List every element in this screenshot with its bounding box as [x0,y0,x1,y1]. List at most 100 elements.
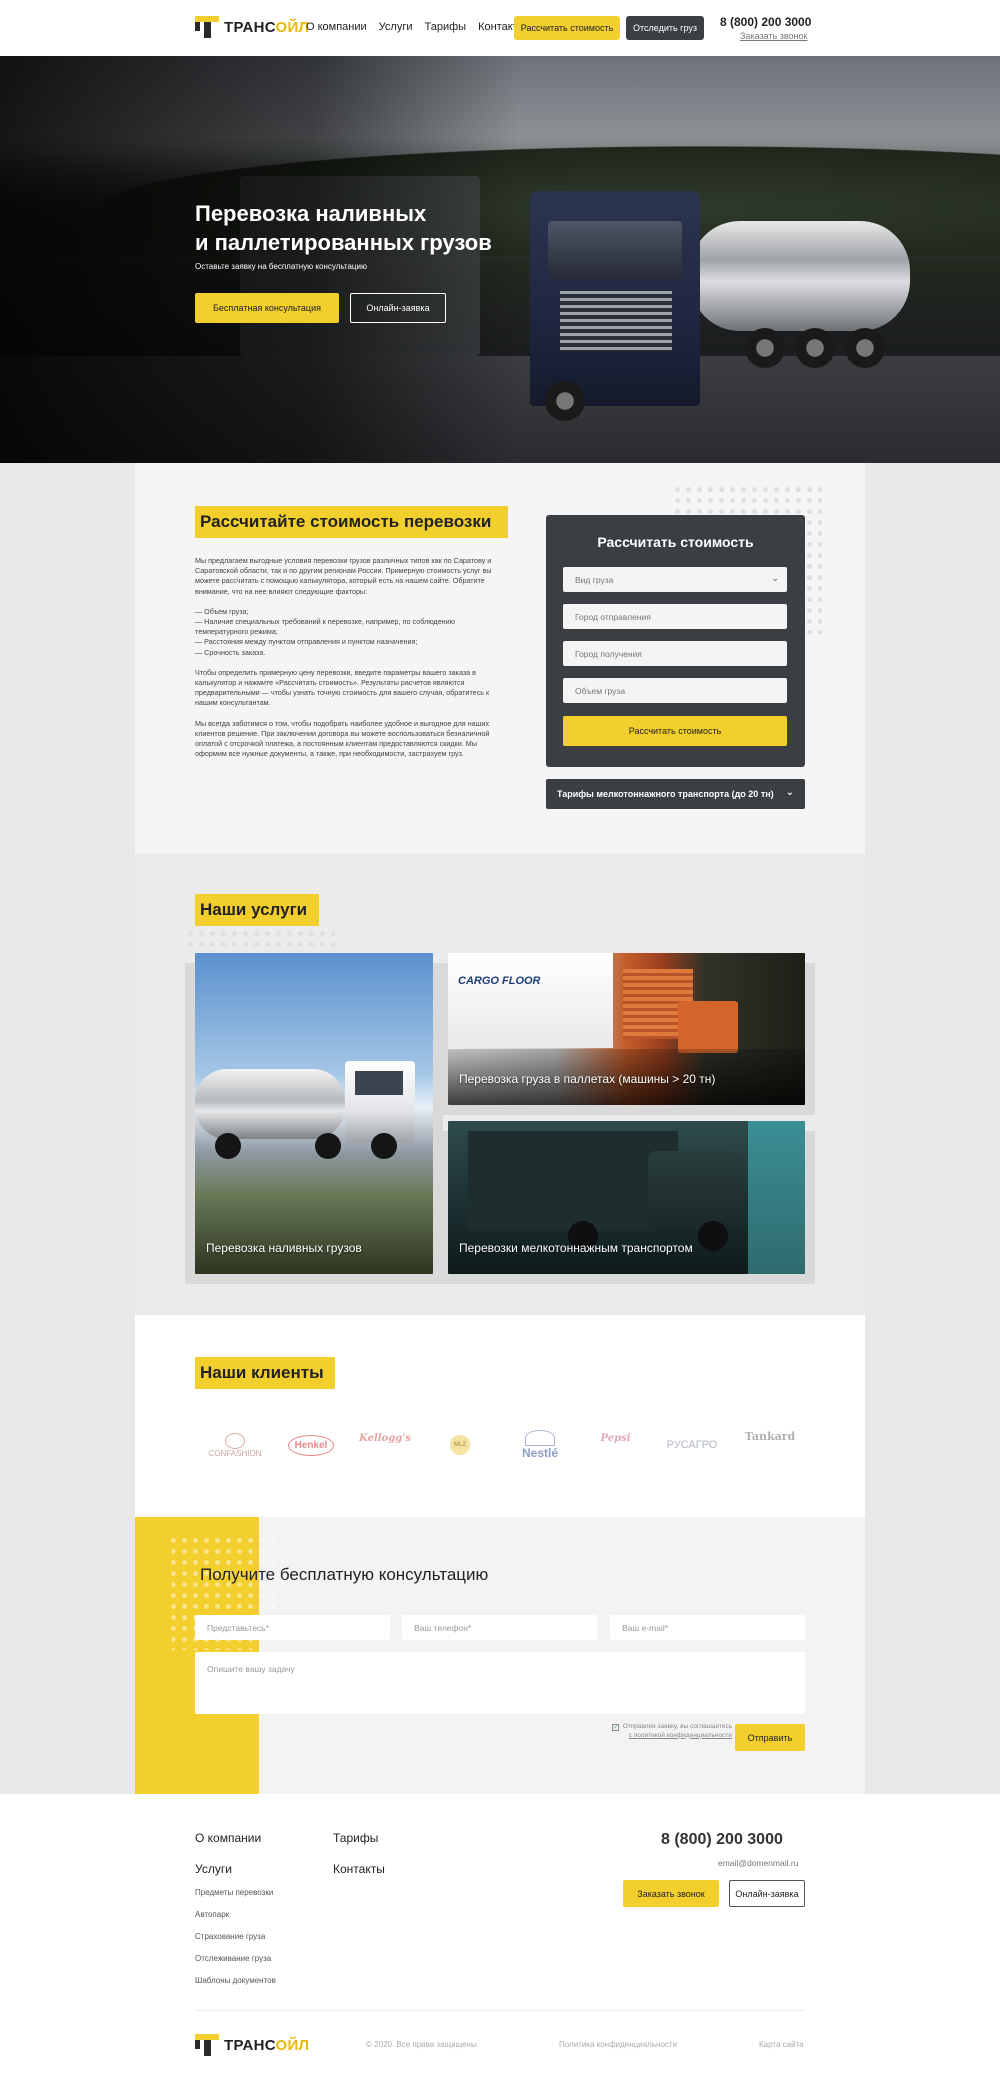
email-input[interactable]: Ваш e-mail* [610,1615,805,1640]
cargo-floor-label: CARGO FLOOR [458,975,541,987]
footer-online-button[interactable]: Онлайн-заявка [729,1880,805,1907]
header-track-button[interactable]: Отследить груз [626,16,704,40]
trailer-image [448,953,613,1048]
client-logo-mlz: MLZ [445,1425,475,1465]
footer-link-tariffs[interactable]: Тарифы [333,1831,378,1845]
cargo-volume-input[interactable]: Объем груза [563,678,787,703]
chevron-down-icon: ⌄ [785,787,794,798]
phone-input[interactable]: Ваш телефон* [402,1615,597,1640]
left-gray-band [0,463,135,1794]
footer-link-services[interactable]: Услуги [195,1862,232,1876]
consult-title: Получите бесплатную консультацию [200,1565,489,1584]
footer-email[interactable]: email@domenmail.ru [718,1858,798,1868]
calc-paragraph: — Объем груза; — Наличие специальных тре… [195,606,455,657]
consent-text: Отправляя заявку, вы соглашаетесь с поли… [612,1723,732,1740]
logo-text-part2: ОЙЛ [275,2036,310,2054]
destination-city-input[interactable]: Город получения [563,641,787,666]
hero-tanker-image [690,221,910,331]
client-logo-rusagro: РУСАГРО [666,1439,718,1451]
hero-wheel [795,328,835,368]
cargo-type-select[interactable]: Вид груза ⌄ [563,567,787,592]
hero-wheel [845,328,885,368]
hero-title-line2: и паллетированных грузов [195,230,492,255]
client-logo-pepsi: Pepsi [600,1432,631,1444]
hero-consult-button[interactable]: Бесплатная консультация [195,293,339,323]
right-gray-band [865,463,1000,1794]
service-card-small[interactable]: Перевозки мелкотоннажным транспортом [448,1121,805,1274]
departure-city-input[interactable]: Город отправления [563,604,787,629]
privacy-policy-link[interactable]: с политикой конфиденциальности [612,1732,732,1741]
consent-line: Отправляя заявку, вы соглашаетесь [622,1723,732,1730]
nav-item-services[interactable]: Услуги [379,21,413,33]
calc-paragraph: Чтобы определить примерную цену перевозк… [195,667,490,708]
hero-subtitle: Оставьте заявку на бесплатную консультац… [195,262,367,271]
send-button[interactable]: Отправить [735,1724,805,1751]
hero-online-button[interactable]: Онлайн-заявка [350,293,446,323]
footer-link-templates[interactable]: Шаблоны документов [195,1976,276,1985]
header-call-link[interactable]: Заказать звонок [740,31,807,41]
footer-logo[interactable]: ТРАНСОЙЛ [195,2034,309,2056]
footer-call-button[interactable]: Заказать звонок [623,1880,719,1907]
footer-divider [195,2010,805,2011]
confashion-emblem-icon [225,1432,245,1449]
hero-title: Перевозка наливных и паллетированных гру… [195,199,525,257]
van-body-image [468,1131,678,1231]
nav-item-tariffs[interactable]: Тарифы [425,21,467,33]
header-phone[interactable]: 8 (800) 200 3000 [720,15,811,29]
service-card-liquid[interactable]: Перевозка наливных грузов [195,953,433,1274]
logo[interactable]: ТРАНСОЙЛ [195,16,309,38]
client-logo-confashion: CONFASHION [200,1425,270,1465]
calc-description: Мы предлагаем выгодные условия перевозки… [195,556,497,769]
tariffs-label: Тарифы мелкотоннажного транспорта (до 20… [557,789,774,799]
calc-submit-button[interactable]: Рассчитать стоимость [563,716,787,746]
calc-form-title: Рассчитать стоимость [597,534,754,550]
service-card-label: Перевозка груза в паллетах (машины > 20 … [459,1072,716,1086]
tariffs-dropdown[interactable]: Тарифы мелкотоннажного транспорта (до 20… [546,779,805,809]
calc-paragraph: Мы предлагаем выгодные условия перевозки… [195,556,492,596]
logo-mark-icon [195,2034,219,2056]
logo-text-part1: ТРАНС [224,18,276,36]
task-textarea[interactable]: Опишите вашу задачу [195,1652,805,1714]
footer-link-fleet[interactable]: Автопарк [195,1910,229,1919]
dot-pattern [185,928,335,946]
site-footer [0,1794,1000,2075]
client-logo-henkel: Henkel [286,1425,336,1465]
footer-phone[interactable]: 8 (800) 200 3000 [661,1831,783,1849]
footer-link-tracking[interactable]: Отслеживание груза [195,1954,271,1963]
hero-truck-grille [560,291,672,351]
footer-link-about[interactable]: О компании [195,1831,261,1845]
calc-form-card: Рассчитать стоимость Вид груза ⌄ Город о… [546,515,805,767]
chevron-down-icon: ⌄ [771,573,779,583]
service-card-pallets[interactable]: CARGO FLOOR Перевозка груза в паллетах (… [448,953,805,1105]
client-logo-kelloggs: Kellogg's [359,1432,411,1444]
footer-link-contacts[interactable]: Контакты [333,1862,385,1876]
van-cab-image [648,1151,743,1231]
copyright: © 2020. Все права защищены [366,2040,477,2049]
hero-truck-window [548,221,682,279]
logo-mark-icon [195,16,219,38]
footer-sitemap-link[interactable]: Карта сайта [759,2040,804,2049]
client-logo-tankard: Tankard [744,1429,796,1443]
tanker-truck-image [195,1061,433,1166]
cargo-type-value: Вид груза [575,574,614,585]
footer-link-cargo-types[interactable]: Предметы перевозки [195,1888,273,1897]
site-header: ТРАНСОЙЛ О компании Услуги Тарифы Контак… [0,0,1000,56]
header-calc-button[interactable]: Рассчитать стоимость [514,16,620,40]
nestle-nest-icon [525,1430,555,1446]
service-card-label: Перевозки мелкотоннажным транспортом [459,1241,693,1255]
service-card-label: Перевозка наливных грузов [206,1241,362,1255]
client-logo-nestle: Nestlé [510,1425,570,1465]
services-title: Наши услуги [195,894,319,926]
name-input[interactable]: Представьтесь* [195,1615,390,1640]
hero-title-line1: Перевозка наливных [195,201,427,226]
nav-item-about[interactable]: О компании [306,21,367,33]
logo-text-part1: ТРАНС [224,2036,276,2054]
clients-title: Наши клиенты [195,1357,335,1389]
hero-wheel [545,381,585,421]
hero-wheel [745,328,785,368]
footer-privacy-link[interactable]: Политика конфиденциальности [559,2040,677,2049]
footer-link-insurance[interactable]: Страхование груза [195,1932,265,1941]
calc-paragraph: Мы всегда заботимся о том, чтобы подобра… [195,718,490,759]
forklift-image [678,1001,738,1053]
main-nav: О компании Услуги Тарифы Контакты [306,21,526,33]
